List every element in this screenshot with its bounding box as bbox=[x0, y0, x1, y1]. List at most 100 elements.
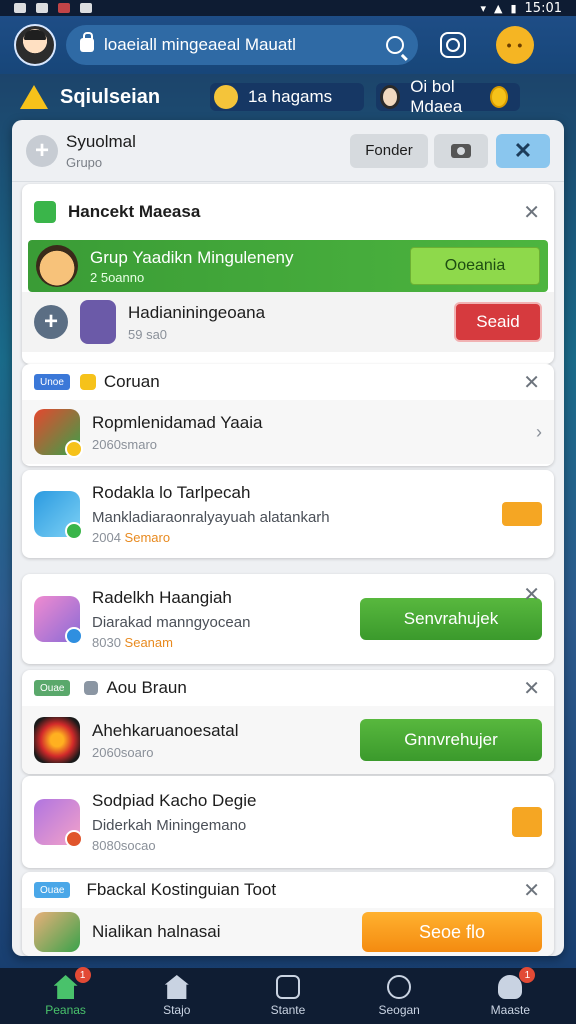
request-title: Hadianiningeoana bbox=[128, 302, 266, 322]
nav-item-status[interactable]: Stante bbox=[243, 975, 333, 1017]
status-icon bbox=[275, 975, 300, 999]
camera-icon[interactable] bbox=[440, 32, 466, 58]
status-icons-right: ▾ ▲ ▮ 15:01 bbox=[480, 1, 562, 16]
section-title: Hancekt Maeasa bbox=[68, 202, 201, 221]
avatar[interactable] bbox=[14, 24, 56, 66]
panel-subtitle: Grupo bbox=[66, 154, 103, 170]
warning-icon bbox=[20, 85, 48, 109]
group-panel: + Syuolmal Grupo Fonder ✕ Hancekt Maeasa… bbox=[12, 120, 564, 956]
game-thumbnail bbox=[34, 409, 83, 458]
item-title: Ropmlenidamad Yaaia bbox=[92, 412, 263, 432]
chevron-right-icon[interactable]: › bbox=[536, 422, 542, 443]
search-input[interactable]: loaeiall mingeaeal Mauatl bbox=[66, 25, 418, 65]
emoji-icon bbox=[214, 85, 239, 109]
search-icon bbox=[387, 975, 412, 999]
nav-label: Stajo bbox=[163, 1003, 191, 1017]
item-meta: 2060smaro bbox=[92, 436, 158, 452]
game-thumbnail bbox=[34, 596, 83, 645]
star-icon[interactable] bbox=[512, 807, 542, 837]
badge-icon bbox=[65, 627, 83, 645]
section-card: Unoe Coruan ✕ Ropmlenidamad Yaaia 2060sm… bbox=[22, 364, 554, 466]
close-icon[interactable]: ✕ bbox=[523, 370, 540, 395]
wifi-icon: ▾ bbox=[480, 1, 486, 15]
close-icon[interactable]: ✕ bbox=[523, 200, 540, 225]
item-meta: 2060soaro bbox=[92, 744, 154, 760]
section-card: Ouae Fbackal Kostinguian Toot ✕ Nialikan… bbox=[22, 872, 554, 956]
character-icon bbox=[80, 300, 116, 344]
notification-badge: 1 bbox=[519, 967, 536, 983]
section-title: Aou Braun bbox=[106, 678, 187, 697]
search-text: loaeiall mingeaeal Mauatl bbox=[104, 35, 296, 54]
battery-icon: ▮ bbox=[510, 1, 517, 15]
list-item[interactable]: Rodakla lo Tarlpecah Mankladiaraonralyay… bbox=[22, 470, 554, 558]
cookie-icon[interactable] bbox=[496, 26, 534, 64]
status-icons-left bbox=[14, 3, 92, 13]
item-title: Ahehkaruanoesatal bbox=[92, 720, 239, 740]
store-icon bbox=[164, 975, 189, 999]
join-button[interactable]: Ooeania bbox=[410, 247, 540, 285]
send-request-button[interactable]: Gnnvrehujer bbox=[360, 719, 542, 761]
see-more-button[interactable]: Seoe flo bbox=[362, 912, 542, 952]
close-icon[interactable]: ✕ bbox=[523, 878, 540, 903]
close-button[interactable]: ✕ bbox=[496, 133, 550, 168]
close-icon[interactable]: ✕ bbox=[523, 582, 540, 607]
nav-item-profile[interactable]: 1 Maaste bbox=[465, 967, 555, 1017]
nav-label: Seogan bbox=[378, 1003, 420, 1017]
notification-icon bbox=[80, 3, 92, 13]
game-thumbnail bbox=[34, 799, 83, 848]
list-item[interactable]: Ahehkaruanoesatal 2060soaro Gnnvrehujer bbox=[22, 706, 554, 774]
nav-item-search[interactable]: Seogan bbox=[354, 975, 444, 1017]
camera-icon bbox=[451, 143, 471, 158]
profile-icon bbox=[498, 975, 523, 999]
nav-label: Peanas bbox=[45, 1003, 86, 1017]
send-button[interactable]: Seaid bbox=[454, 302, 542, 342]
banner-subtitle: 2 5oanno bbox=[90, 269, 145, 285]
nav-item-store[interactable]: Stajo bbox=[132, 975, 222, 1017]
game-thumbnail bbox=[34, 912, 80, 952]
profile-pill-label: Oi bol Mdaea bbox=[410, 77, 463, 116]
search-icon[interactable] bbox=[386, 36, 404, 54]
group-banner[interactable]: Grup Yaadikn Minguleneny 2 5oanno Ooeani… bbox=[28, 240, 548, 292]
game-thumbnail bbox=[34, 491, 83, 540]
plus-icon[interactable]: + bbox=[26, 134, 58, 167]
nav-item-home[interactable]: 1 Peanas bbox=[21, 967, 111, 1017]
top-bar: loaeiall mingeaeal Mauatl bbox=[0, 16, 576, 74]
group-icon bbox=[84, 681, 99, 695]
list-item[interactable]: Ropmlenidamad Yaaia 2060smaro › bbox=[22, 400, 554, 464]
list-item[interactable]: Sodpiad Kacho Degie Diderkah Miningemano… bbox=[22, 776, 554, 868]
stats-pill[interactable]: 1a hagams bbox=[210, 83, 365, 111]
badge-icon bbox=[65, 522, 83, 540]
coin-icon bbox=[489, 86, 509, 108]
notification-badge: 1 bbox=[74, 967, 91, 983]
section-card: Ouae Aou Braun ✕ Ahehkaruanoesatal 2060s… bbox=[22, 670, 554, 774]
list-item[interactable]: Radelkh Haangiah Diarakad manngyocean 80… bbox=[22, 574, 554, 664]
send-request-button[interactable]: Senvrahujek bbox=[360, 598, 542, 640]
home-icon bbox=[53, 975, 78, 999]
tag-badge: Unoe bbox=[34, 374, 70, 390]
nav-label: Maaste bbox=[490, 1003, 531, 1017]
notification-icon bbox=[58, 3, 70, 13]
request-meta: 59 sa0 bbox=[128, 326, 168, 342]
item-description: Mankladiaraonralyayuah alatankarh bbox=[92, 509, 330, 526]
badge-icon bbox=[65, 830, 83, 848]
add-icon[interactable]: + bbox=[34, 305, 68, 339]
item-description: Diarakad manngyocean bbox=[92, 614, 251, 631]
panel-title: Syuolmal bbox=[66, 131, 136, 151]
panel-header: + Syuolmal Grupo Fonder ✕ bbox=[12, 120, 564, 182]
follow-button[interactable]: Fonder bbox=[350, 133, 428, 168]
item-meta: 8080socao bbox=[92, 838, 156, 853]
sub-header: Sqiulseian 1a hagams Oi bol Mdaea bbox=[0, 74, 576, 120]
camera-button[interactable] bbox=[434, 133, 488, 168]
item-description: Diderkah Miningemano bbox=[92, 817, 247, 834]
request-row[interactable]: + Hadianiningeoana 59 sa0 Seaid bbox=[22, 292, 554, 352]
profile-pill[interactable]: Oi bol Mdaea bbox=[376, 77, 521, 116]
close-icon[interactable]: ✕ bbox=[523, 676, 540, 701]
face-icon bbox=[36, 245, 78, 287]
section-card: Hancekt Maeasa ✕ Grup Yaadikn Mingulenen… bbox=[22, 184, 554, 364]
game-thumbnail bbox=[34, 717, 80, 763]
banner-title: Grup Yaadikn Minguleneny bbox=[90, 247, 294, 267]
item-title: Nialikan halnasai bbox=[92, 922, 221, 941]
nav-label: Stante bbox=[270, 1003, 306, 1017]
item-meta: 8030 Seanam bbox=[92, 635, 173, 650]
list-item[interactable]: Nialikan halnasai Seoe flo bbox=[22, 908, 554, 956]
